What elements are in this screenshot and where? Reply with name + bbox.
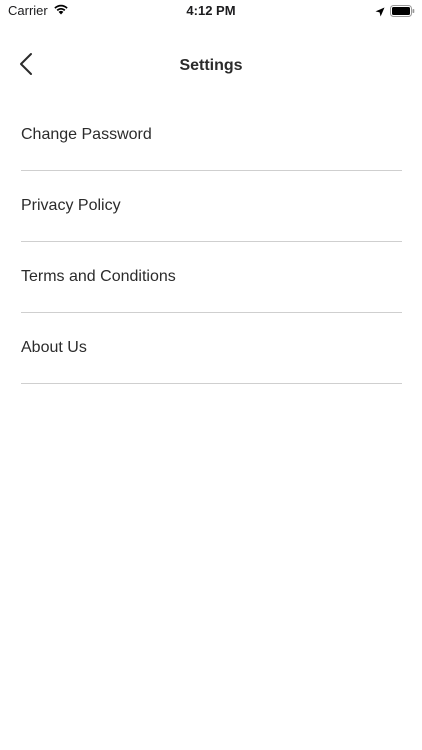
menu-item-label: About Us [21, 339, 87, 356]
menu-item-terms-and-conditions[interactable]: Terms and Conditions [21, 242, 402, 313]
navigation-bar: Settings [0, 44, 422, 88]
location-arrow-icon [375, 4, 385, 22]
menu-item-privacy-policy[interactable]: Privacy Policy [21, 171, 402, 242]
menu-item-change-password[interactable]: Change Password [21, 100, 402, 171]
status-right [375, 4, 415, 22]
page-title: Settings [179, 57, 243, 74]
settings-menu: Change Password Privacy Policy Terms and… [21, 100, 402, 384]
menu-item-label: Privacy Policy [21, 197, 121, 214]
status-time: 4:12 PM [186, 3, 236, 18]
menu-item-label: Terms and Conditions [21, 268, 176, 285]
menu-item-label: Change Password [21, 126, 152, 143]
menu-item-about-us[interactable]: About Us [21, 313, 402, 384]
battery-icon [390, 4, 415, 22]
status-bar: Carrier 4:12 PM [0, 0, 422, 22]
